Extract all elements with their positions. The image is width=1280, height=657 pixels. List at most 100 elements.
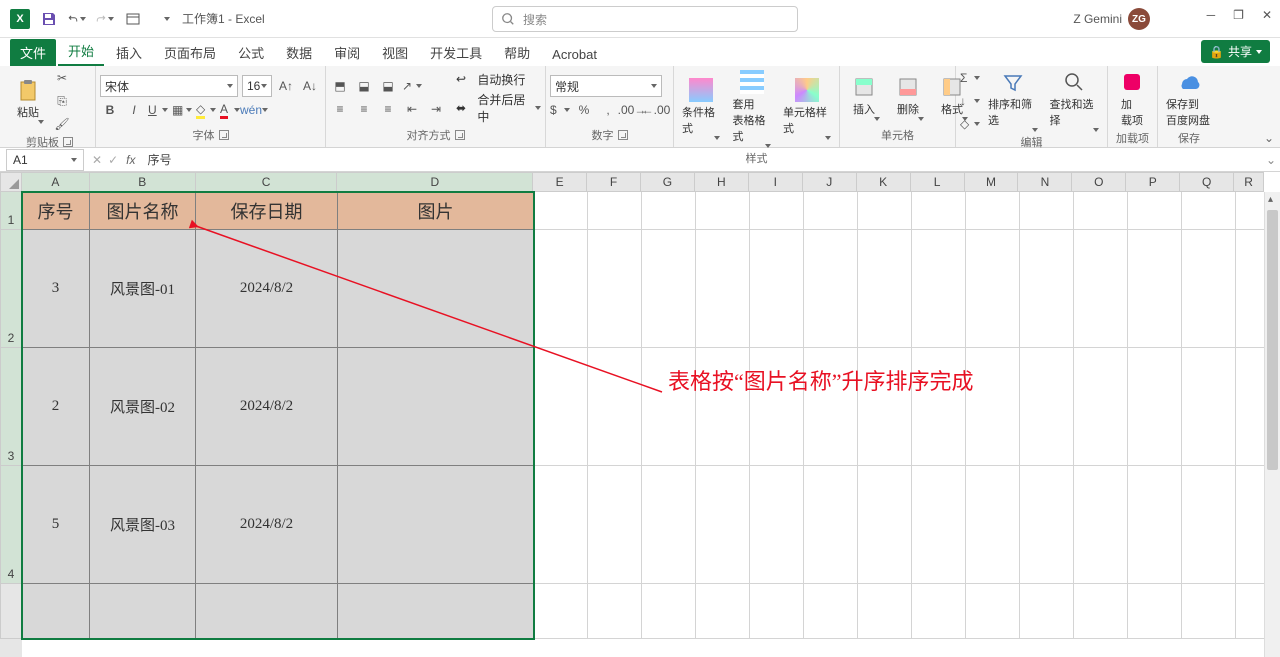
enter-formula-icon[interactable]: ✓ [108, 153, 118, 167]
insert-cells-button[interactable]: 插入 [844, 73, 884, 123]
column-header-R[interactable]: R [1234, 172, 1264, 192]
accounting-format-icon[interactable]: $ [550, 100, 570, 120]
restore-icon[interactable]: ❐ [1233, 8, 1244, 22]
cell-G1[interactable] [642, 192, 696, 230]
format-painter-icon[interactable]: 🖌 [52, 114, 72, 134]
cell-P1[interactable] [1128, 192, 1182, 230]
cell-E5[interactable] [534, 584, 588, 639]
cell-Q4[interactable] [1182, 466, 1236, 584]
tab-file[interactable]: 文件 [10, 39, 56, 66]
shrink-font-icon[interactable]: A↓ [300, 76, 320, 96]
cut-icon[interactable]: ✂ [52, 68, 72, 88]
cell-F1[interactable] [588, 192, 642, 230]
cell-P5[interactable] [1128, 584, 1182, 639]
wrap-text-button[interactable]: ↩ 自动换行 [456, 71, 541, 88]
cell-N1[interactable] [1020, 192, 1074, 230]
cell-I4[interactable] [750, 466, 804, 584]
row-header-3[interactable]: 3 [0, 348, 22, 466]
select-all-corner[interactable] [0, 172, 22, 192]
tab-home[interactable]: 开始 [58, 37, 104, 66]
column-header-P[interactable]: P [1126, 172, 1180, 192]
column-header-G[interactable]: G [641, 172, 695, 192]
bold-button[interactable]: B [100, 100, 120, 120]
row-header-2[interactable]: 2 [0, 230, 22, 348]
account-area[interactable]: Z Gemini ZG [1073, 8, 1150, 30]
cell-H2[interactable] [696, 230, 750, 348]
tab-pagelayout[interactable]: 页面布局 [154, 39, 226, 66]
font-color-icon[interactable]: A [220, 100, 240, 120]
cell-G4[interactable] [642, 466, 696, 584]
comma-format-icon[interactable]: , [598, 100, 618, 120]
scrollbar-thumb[interactable] [1267, 210, 1278, 470]
border-icon[interactable]: ▦ [172, 100, 192, 120]
decrease-indent-icon[interactable]: ⇤ [402, 99, 422, 119]
tab-help[interactable]: 帮助 [494, 39, 540, 66]
number-format-combo[interactable]: 常规 [550, 75, 662, 97]
collapse-ribbon-icon[interactable]: ⌄ [1264, 131, 1274, 145]
qat-customize-icon[interactable] [124, 10, 142, 28]
tab-formulas[interactable]: 公式 [228, 39, 274, 66]
cell-A5[interactable] [22, 584, 90, 639]
cell-C1[interactable]: 保存日期 [196, 192, 338, 230]
find-select-button[interactable]: 查找和选择 [1046, 68, 1104, 134]
cell-N3[interactable] [1020, 348, 1074, 466]
cell-R3[interactable] [1236, 348, 1266, 466]
cell-A2[interactable]: 3 [22, 230, 90, 348]
column-header-Q[interactable]: Q [1180, 172, 1234, 192]
paste-button[interactable]: 粘贴 [8, 76, 48, 126]
cell-Q5[interactable] [1182, 584, 1236, 639]
cell-O5[interactable] [1074, 584, 1128, 639]
font-size-combo[interactable]: 16 [242, 75, 272, 97]
cell-I2[interactable] [750, 230, 804, 348]
font-name-combo[interactable]: 宋体 [100, 75, 238, 97]
align-right-icon[interactable]: ≡ [378, 99, 398, 119]
cell-L4[interactable] [912, 466, 966, 584]
cell-J2[interactable] [804, 230, 858, 348]
cell-J5[interactable] [804, 584, 858, 639]
cell-D4[interactable] [338, 466, 534, 584]
cancel-formula-icon[interactable]: ✕ [92, 153, 102, 167]
orientation-icon[interactable]: ↗ [402, 76, 422, 96]
cell-R2[interactable] [1236, 230, 1266, 348]
cell-B2[interactable]: 风景图-01 [90, 230, 196, 348]
cell-O1[interactable] [1074, 192, 1128, 230]
addins-button[interactable]: 加 载项 [1112, 68, 1152, 130]
align-launcher-icon[interactable] [455, 130, 465, 140]
decrease-decimal-icon[interactable]: ←.00 [646, 100, 666, 120]
cell-Q1[interactable] [1182, 192, 1236, 230]
cell-F2[interactable] [588, 230, 642, 348]
table-format-button[interactable]: 套用 表格格式 [728, 68, 774, 150]
clear-icon[interactable]: ◇ [960, 114, 980, 134]
align-middle-icon[interactable]: ⬓ [354, 76, 374, 96]
cell-N4[interactable] [1020, 466, 1074, 584]
cell-O2[interactable] [1074, 230, 1128, 348]
expand-formula-bar-icon[interactable]: ⌄ [1262, 153, 1280, 167]
cell-R1[interactable] [1236, 192, 1266, 230]
cell-D2[interactable] [338, 230, 534, 348]
cell-A1[interactable]: 序号 [22, 192, 90, 230]
conditional-format-button[interactable]: 条件格式 [678, 76, 724, 142]
number-launcher-icon[interactable] [618, 130, 628, 140]
clipboard-launcher-icon[interactable] [63, 137, 73, 147]
cell-D1[interactable]: 图片 [338, 192, 534, 230]
cell-P4[interactable] [1128, 466, 1182, 584]
undo-icon[interactable] [68, 10, 86, 28]
sort-filter-button[interactable]: 排序和筛选 [984, 68, 1042, 134]
tab-insert[interactable]: 插入 [106, 39, 152, 66]
grow-font-icon[interactable]: A↑ [276, 76, 296, 96]
cell-O3[interactable] [1074, 348, 1128, 466]
vertical-scrollbar[interactable] [1264, 192, 1280, 657]
cell-E1[interactable] [534, 192, 588, 230]
cell-N5[interactable] [1020, 584, 1074, 639]
cell-M2[interactable] [966, 230, 1020, 348]
cell-A4[interactable]: 5 [22, 466, 90, 584]
share-button[interactable]: 🔒 共享 [1201, 40, 1270, 63]
tab-acrobat[interactable]: Acrobat [542, 43, 607, 66]
cell-P3[interactable] [1128, 348, 1182, 466]
cell-E4[interactable] [534, 466, 588, 584]
cell-F5[interactable] [588, 584, 642, 639]
align-top-icon[interactable]: ⬒ [330, 76, 350, 96]
cell-F3[interactable] [588, 348, 642, 466]
cell-I5[interactable] [750, 584, 804, 639]
cell-K1[interactable] [858, 192, 912, 230]
